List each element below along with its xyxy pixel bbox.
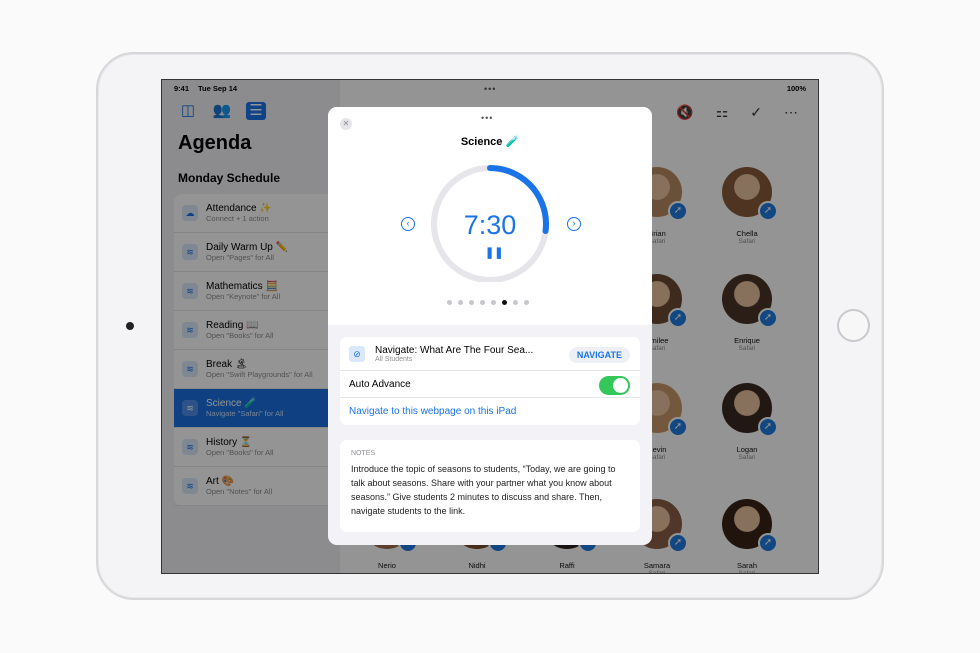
notes-card: NOTES Introduce the topic of seasons to … — [340, 440, 640, 532]
camera — [126, 322, 134, 330]
page-dot[interactable] — [513, 300, 518, 305]
navigate-ipad-link[interactable]: Navigate to this webpage on this iPad — [349, 406, 516, 417]
page-dot[interactable] — [458, 300, 463, 305]
page-dot[interactable] — [502, 300, 507, 305]
safari-icon: ⊘ — [349, 345, 365, 362]
page-dot[interactable] — [524, 300, 529, 305]
page-dot[interactable] — [469, 300, 474, 305]
multitasking-icon[interactable]: ••• — [484, 84, 496, 94]
page-dot[interactable] — [491, 300, 496, 305]
notes-text: Introduce the topic of seasons to studen… — [351, 464, 616, 516]
page-dot[interactable] — [447, 300, 452, 305]
pause-icon[interactable]: ❚❚ — [485, 246, 503, 259]
action-title: Navigate: What Are The Four Sea... — [375, 344, 534, 356]
previous-icon[interactable]: ‹ — [401, 217, 415, 231]
modal-title: Science 🧪 — [460, 136, 520, 148]
page-dot[interactable] — [480, 300, 485, 305]
action-card: ⊘ Navigate: What Are The Four Sea... All… — [340, 337, 640, 425]
notes-header: NOTES — [351, 450, 376, 457]
grabber-icon[interactable]: ••• — [481, 113, 493, 123]
next-icon[interactable]: › — [567, 217, 581, 231]
action-subtitle: All Students — [375, 355, 413, 363]
close-icon[interactable]: ✕ — [340, 118, 352, 130]
home-button[interactable] — [837, 309, 870, 342]
navigate-button[interactable]: NAVIGATE — [568, 347, 630, 363]
timer-value: 7:30 — [463, 210, 517, 240]
auto-advance-toggle[interactable] — [599, 376, 630, 395]
page-indicator[interactable] — [447, 300, 529, 305]
activity-modal: ✕ ••• Science 🧪 7:30 ❚❚ ‹ › ⊘ Navigate: … — [328, 107, 652, 545]
auto-advance-label: Auto Advance — [349, 378, 411, 390]
